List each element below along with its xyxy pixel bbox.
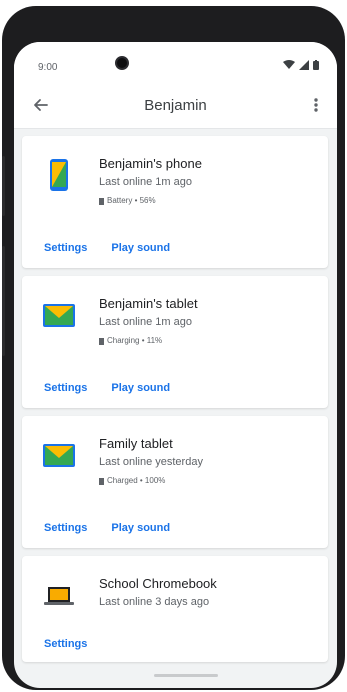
screen: 9:00 Benjamin Benjamin's phone Last onli… <box>14 42 337 688</box>
status-icons <box>283 60 319 70</box>
play-sound-button[interactable]: Play sound <box>111 382 170 394</box>
device-actions: Settings Play sound <box>44 382 170 394</box>
play-sound-button[interactable]: Play sound <box>111 242 170 254</box>
signal-icon <box>299 60 309 70</box>
device-last-online: Last online yesterday <box>99 456 203 468</box>
device-status: Battery • 56% <box>99 196 156 205</box>
settings-button[interactable]: Settings <box>44 382 87 394</box>
power-button <box>2 246 5 356</box>
more-vert-icon <box>314 98 318 112</box>
phone-icon <box>50 159 68 191</box>
settings-button[interactable]: Settings <box>44 638 87 650</box>
device-status: Charged • 100% <box>99 476 165 485</box>
volume-button <box>2 156 5 216</box>
device-card[interactable]: School Chromebook Last online 3 days ago… <box>22 556 328 662</box>
device-status-text: Battery • 56% <box>107 196 156 205</box>
laptop-icon <box>44 587 74 605</box>
charging-icon <box>99 337 104 345</box>
device-name: Family tablet <box>99 436 173 451</box>
settings-button[interactable]: Settings <box>44 522 87 534</box>
tablet-icon <box>43 304 75 327</box>
device-last-online: Last online 1m ago <box>99 316 192 328</box>
device-last-online: Last online 3 days ago <box>99 596 210 608</box>
play-sound-button[interactable]: Play sound <box>111 522 170 534</box>
device-card[interactable]: Family tablet Last online yesterday Char… <box>22 416 328 548</box>
app-bar: Benjamin <box>14 82 337 129</box>
battery-icon <box>313 60 319 70</box>
page-title: Benjamin <box>144 97 207 114</box>
device-card[interactable]: Benjamin's tablet Last online 1m ago Cha… <box>22 276 328 408</box>
wifi-icon <box>283 60 295 69</box>
device-actions: Settings <box>44 638 87 650</box>
phone-frame: 9:00 Benjamin Benjamin's phone Last onli… <box>2 6 345 690</box>
status-time: 9:00 <box>38 62 58 73</box>
device-name: Benjamin's phone <box>99 156 202 171</box>
home-indicator[interactable] <box>154 674 218 677</box>
device-actions: Settings Play sound <box>44 242 170 254</box>
battery-full-icon <box>99 477 104 485</box>
battery-small-icon <box>99 197 104 205</box>
device-status-text: Charging • 11% <box>107 336 163 345</box>
device-actions: Settings Play sound <box>44 522 170 534</box>
device-status-text: Charged • 100% <box>107 476 166 485</box>
status-bar: 9:00 <box>14 42 337 82</box>
device-name: Benjamin's tablet <box>99 296 198 311</box>
camera-icon <box>115 56 129 70</box>
more-options-button[interactable] <box>305 94 327 116</box>
device-card[interactable]: Benjamin's phone Last online 1m ago Batt… <box>22 136 328 268</box>
device-last-online: Last online 1m ago <box>99 176 192 188</box>
device-status: Charging • 11% <box>99 336 162 345</box>
device-name: School Chromebook <box>99 576 217 591</box>
tablet-icon <box>43 444 75 467</box>
settings-button[interactable]: Settings <box>44 242 87 254</box>
